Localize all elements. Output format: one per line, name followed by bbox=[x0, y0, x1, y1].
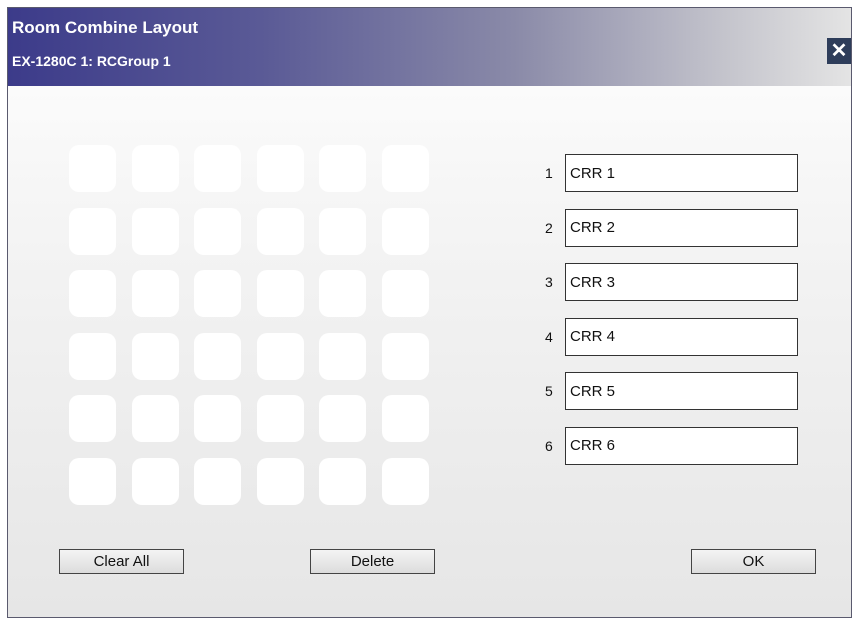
room-name-field[interactable] bbox=[565, 317, 798, 356]
layout-grid-cell[interactable] bbox=[131, 395, 179, 442]
room-layout-grid bbox=[69, 145, 429, 505]
layout-grid-cell[interactable] bbox=[319, 145, 366, 192]
close-button[interactable]: ✕ bbox=[827, 38, 851, 64]
room-number: 3 bbox=[545, 274, 553, 290]
layout-grid-cell[interactable] bbox=[381, 270, 429, 317]
layout-grid-cell[interactable] bbox=[194, 457, 241, 505]
layout-grid-cell[interactable] bbox=[381, 332, 429, 380]
layout-grid-cell[interactable] bbox=[194, 395, 241, 442]
layout-grid-cell[interactable] bbox=[194, 332, 241, 380]
layout-grid-cell[interactable] bbox=[381, 395, 429, 442]
layout-grid-cell[interactable] bbox=[69, 332, 116, 380]
room-name-field[interactable] bbox=[565, 372, 798, 410]
room-number: 1 bbox=[545, 165, 553, 181]
layout-grid-cell[interactable] bbox=[381, 145, 429, 192]
layout-grid-cell[interactable] bbox=[131, 457, 179, 505]
layout-grid-cell[interactable] bbox=[69, 395, 116, 442]
layout-grid-cell[interactable] bbox=[69, 457, 116, 505]
layout-grid-cell[interactable] bbox=[256, 457, 304, 505]
layout-grid-cell[interactable] bbox=[381, 457, 429, 505]
layout-grid-cell[interactable] bbox=[256, 145, 304, 192]
clear-all-button[interactable]: Clear All bbox=[59, 549, 184, 574]
room-name-field[interactable] bbox=[565, 426, 798, 465]
room-number: 2 bbox=[545, 219, 553, 236]
room-name-field[interactable] bbox=[565, 154, 798, 192]
layout-grid-cell[interactable] bbox=[256, 207, 304, 255]
layout-grid-cell[interactable] bbox=[131, 207, 179, 255]
layout-grid-cell[interactable] bbox=[131, 145, 179, 192]
layout-grid-cell[interactable] bbox=[131, 270, 179, 317]
room-number: 4 bbox=[545, 328, 553, 345]
layout-grid-cell[interactable] bbox=[69, 207, 116, 255]
layout-grid-cell[interactable] bbox=[69, 270, 116, 317]
title-bar: Room Combine Layout EX-1280C 1: RCGroup … bbox=[8, 8, 851, 86]
room-name-field[interactable] bbox=[565, 263, 798, 301]
layout-grid-cell[interactable] bbox=[194, 207, 241, 255]
layout-grid-cell[interactable] bbox=[319, 270, 366, 317]
layout-grid-cell[interactable] bbox=[256, 395, 304, 442]
close-icon: ✕ bbox=[830, 40, 848, 62]
ok-button[interactable]: OK bbox=[691, 549, 816, 574]
room-number: 5 bbox=[545, 383, 553, 399]
layout-grid-cell[interactable] bbox=[256, 270, 304, 317]
layout-grid-cell[interactable] bbox=[319, 395, 366, 442]
room-combine-dialog: Room Combine Layout EX-1280C 1: RCGroup … bbox=[7, 7, 852, 618]
layout-grid-cell[interactable] bbox=[131, 332, 179, 380]
layout-grid-cell[interactable] bbox=[319, 332, 366, 380]
dialog-title: Room Combine Layout bbox=[12, 18, 199, 37]
layout-grid-cell[interactable] bbox=[381, 207, 429, 255]
delete-button[interactable]: Delete bbox=[310, 549, 435, 574]
layout-grid-cell[interactable] bbox=[194, 270, 241, 317]
layout-grid-cell[interactable] bbox=[256, 332, 304, 380]
layout-grid-cell[interactable] bbox=[319, 207, 366, 255]
layout-grid-cell[interactable] bbox=[319, 457, 366, 505]
room-name-field[interactable] bbox=[565, 208, 798, 247]
dialog-subtitle: EX-1280C 1: RCGroup 1 bbox=[12, 53, 171, 69]
room-number: 6 bbox=[545, 437, 553, 454]
layout-grid-cell[interactable] bbox=[69, 145, 116, 192]
layout-grid-cell[interactable] bbox=[194, 145, 241, 192]
